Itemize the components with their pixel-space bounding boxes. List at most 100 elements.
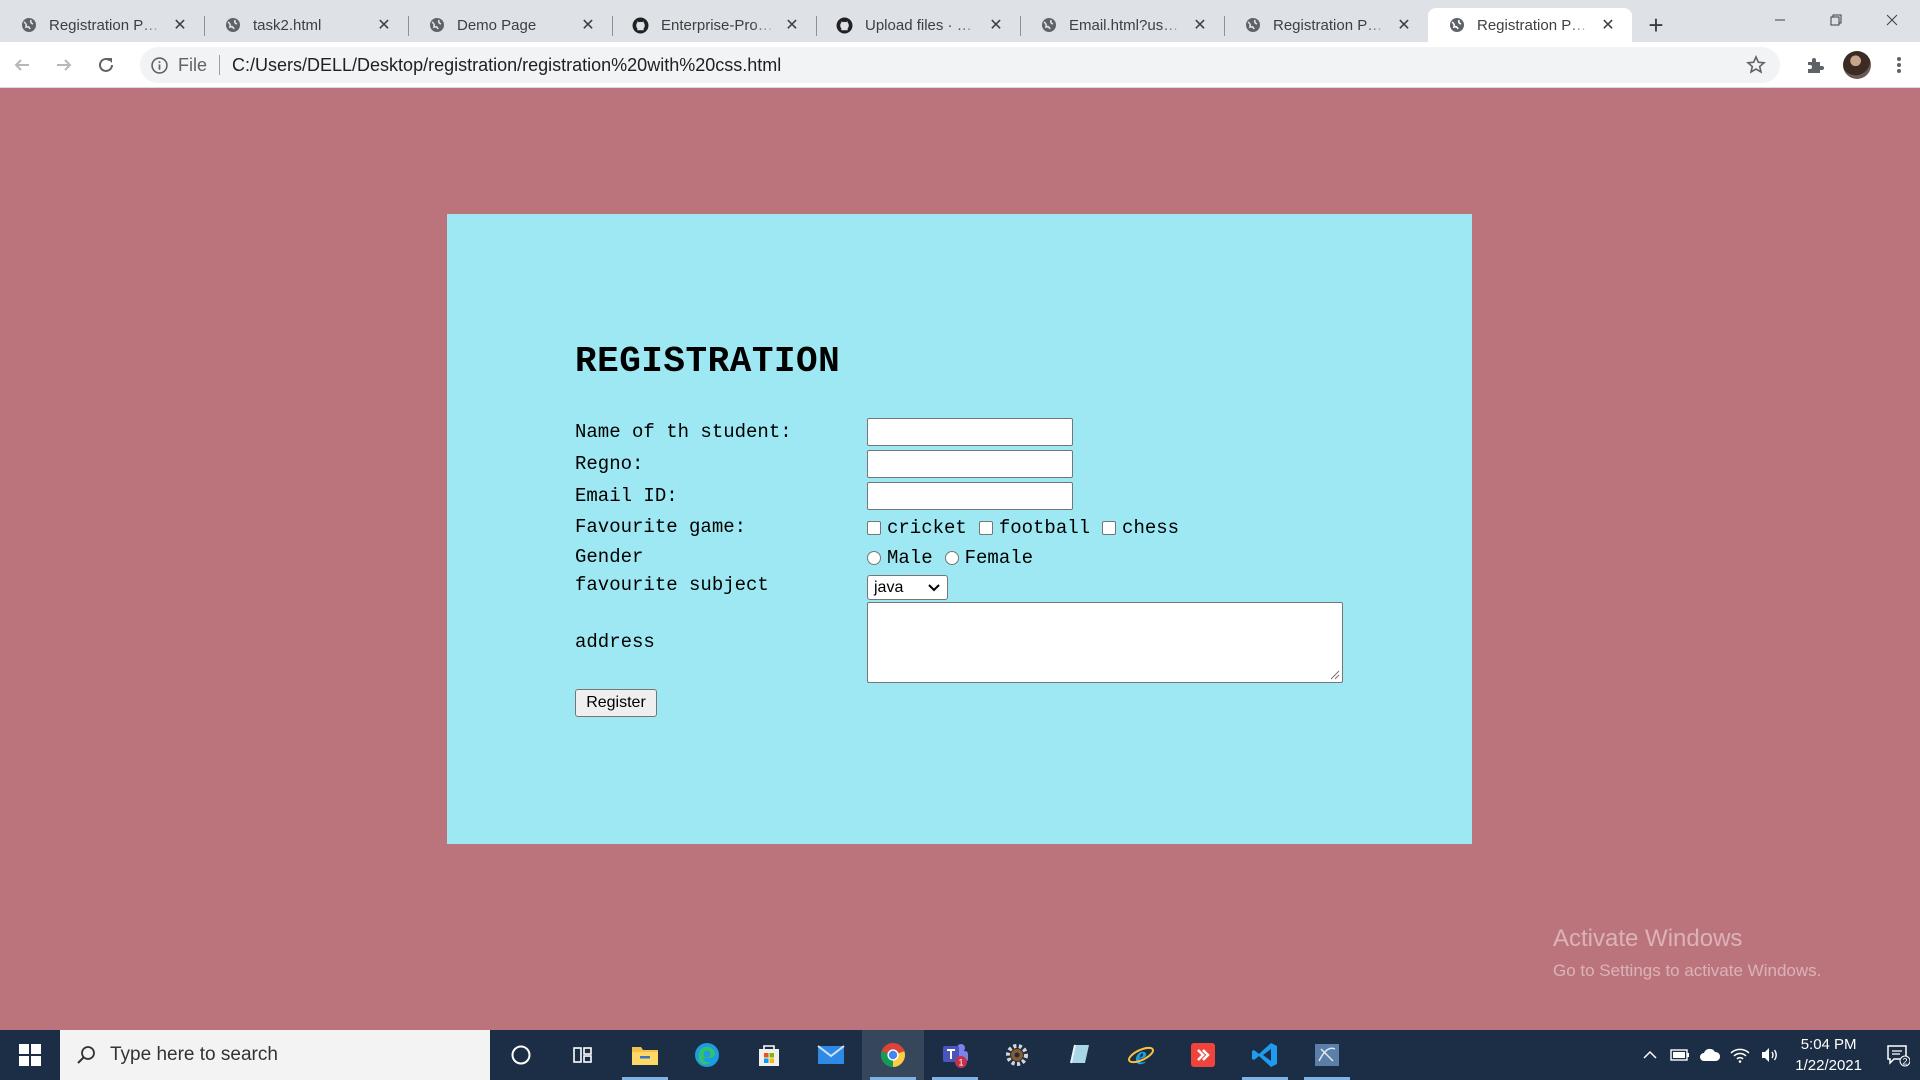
football-checkbox[interactable]	[978, 521, 993, 535]
tab-enterprise-programming[interactable]: Enterprise-Programming ✕	[612, 8, 816, 42]
student-name-field-wrap	[867, 418, 1073, 446]
watermark-title: Activate Windows	[1553, 925, 1743, 952]
resize-grip-icon[interactable]	[1330, 670, 1340, 680]
close-icon[interactable]: ✕	[1190, 15, 1210, 35]
restore-icon[interactable]	[1808, 0, 1864, 40]
system-tray: 5:04 PM 1/22/2021 2	[1635, 1030, 1920, 1080]
minimize-icon[interactable]	[1752, 0, 1808, 40]
cricket-checkbox[interactable]	[867, 521, 881, 535]
female-label: Female	[964, 547, 1034, 569]
close-icon[interactable]: ✕	[170, 15, 190, 35]
globe-icon	[428, 17, 445, 34]
mail-icon[interactable]	[800, 1030, 862, 1080]
tab-title: Registration Page	[1477, 16, 1592, 34]
file-explorer-icon[interactable]	[614, 1030, 676, 1080]
tab-registration-1[interactable]: Registration Page ✕	[0, 8, 204, 42]
chess-label: chess	[1122, 517, 1180, 539]
registration-card: REGISTRATION Name of th student: Regno: …	[447, 214, 1472, 844]
chevron-up-icon[interactable]	[1635, 1030, 1665, 1080]
globe-icon	[1244, 17, 1261, 34]
label-gender: Gender	[575, 546, 644, 568]
kebab-menu-icon[interactable]	[1878, 44, 1920, 86]
close-icon[interactable]: ✕	[782, 15, 802, 35]
tab-title: Upload files · 19002	[865, 16, 980, 34]
subject-select[interactable]: java	[867, 575, 948, 600]
profile-avatar[interactable]	[1836, 44, 1878, 86]
window-close-icon[interactable]	[1864, 0, 1920, 40]
tab-strip: Registration Page ✕ task2.html ✕ Demo Pa…	[0, 0, 1920, 42]
toolbar-actions	[1794, 42, 1920, 88]
divider	[219, 55, 221, 75]
student-name-input[interactable]	[867, 418, 1073, 446]
edge-icon[interactable]	[676, 1030, 738, 1080]
taskbar-search-input[interactable]: Type here to search	[60, 1030, 490, 1080]
tab-email[interactable]: Email.html?user=s ✕	[1020, 8, 1224, 42]
cricket-label: cricket	[887, 517, 967, 539]
settings-gear-icon[interactable]	[986, 1030, 1048, 1080]
tab-demo-page[interactable]: Demo Page ✕	[408, 8, 612, 42]
close-icon[interactable]: ✕	[1394, 15, 1414, 35]
avatar	[1843, 51, 1871, 79]
new-tab-button[interactable]: +	[1638, 8, 1674, 42]
regno-input[interactable]	[867, 450, 1073, 478]
address-textarea[interactable]	[867, 602, 1343, 683]
notification-center-icon[interactable]: 2	[1876, 1030, 1920, 1080]
vscode-icon[interactable]	[1234, 1030, 1296, 1080]
forward-icon[interactable]	[44, 45, 84, 85]
extensions-puzzle-icon[interactable]	[1794, 44, 1836, 86]
tab-registration-active[interactable]: Registration Page ✕	[1428, 8, 1632, 42]
sql-tool-icon[interactable]	[1296, 1030, 1358, 1080]
register-button[interactable]: Register	[575, 689, 657, 717]
female-radio[interactable]	[944, 551, 959, 565]
battery-icon[interactable]	[1665, 1030, 1695, 1080]
clock-time: 5:04 PM	[1800, 1036, 1857, 1053]
close-icon[interactable]: ✕	[1598, 15, 1618, 35]
teams-icon[interactable]: 1	[924, 1030, 986, 1080]
reload-icon[interactable]	[86, 45, 126, 85]
onedrive-cloud-icon[interactable]	[1695, 1030, 1725, 1080]
volume-icon[interactable]	[1755, 1030, 1785, 1080]
tab-upload-files[interactable]: Upload files · 19002 ✕	[816, 8, 1020, 42]
tab-title: Enterprise-Programming	[661, 16, 776, 34]
email-input[interactable]	[867, 482, 1073, 510]
github-icon	[836, 17, 853, 34]
windows-taskbar: Type here to search 1 e 5:04 PM 1/22/202…	[0, 1030, 1920, 1080]
globe-icon	[20, 17, 37, 34]
game-options: cricket football chess	[867, 517, 1191, 539]
tab-task2[interactable]: task2.html ✕	[204, 8, 408, 42]
search-placeholder: Type here to search	[110, 1044, 278, 1065]
tab-title: Demo Page	[457, 16, 537, 34]
male-label: Male	[887, 547, 933, 569]
close-icon[interactable]: ✕	[374, 15, 394, 35]
male-radio[interactable]	[867, 551, 881, 565]
tab-registration-2[interactable]: Registration Page ✕	[1224, 8, 1428, 42]
address-bar[interactable]: File C:/Users/DELL/Desktop/registration/…	[140, 47, 1780, 83]
url-text[interactable]: C:/Users/DELL/Desktop/registration/regis…	[232, 55, 781, 76]
svg-text:e: e	[1135, 1041, 1147, 1069]
cortana-icon[interactable]	[490, 1030, 552, 1080]
address-field-wrap	[867, 602, 1343, 683]
chess-checkbox[interactable]	[1102, 521, 1117, 535]
label-address: address	[575, 631, 655, 653]
tab-title: task2.html	[253, 16, 322, 34]
bookmark-star-icon[interactable]	[1744, 53, 1768, 77]
close-icon[interactable]: ✕	[578, 15, 598, 35]
wifi-icon[interactable]	[1725, 1030, 1755, 1080]
internet-explorer-icon[interactable]: e	[1110, 1030, 1172, 1080]
globe-icon	[224, 17, 241, 34]
info-icon[interactable]	[150, 56, 168, 74]
close-icon[interactable]: ✕	[986, 15, 1006, 35]
chrome-icon[interactable]	[862, 1030, 924, 1080]
chevron-down-icon	[928, 584, 940, 592]
taskbar-clock[interactable]: 5:04 PM 1/22/2021	[1795, 1034, 1862, 1076]
microsoft-store-icon[interactable]	[738, 1030, 800, 1080]
task-view-icon[interactable]	[552, 1030, 614, 1080]
label-email: Email ID:	[575, 485, 678, 507]
anydesk-icon[interactable]	[1172, 1030, 1234, 1080]
tab-title: Email.html?user=s	[1069, 16, 1184, 34]
window-controls	[1752, 0, 1920, 40]
back-icon[interactable]	[2, 45, 42, 85]
windows-start-icon[interactable]	[0, 1030, 60, 1080]
notes-app-icon[interactable]	[1048, 1030, 1110, 1080]
subject-field-wrap: java	[867, 575, 948, 600]
